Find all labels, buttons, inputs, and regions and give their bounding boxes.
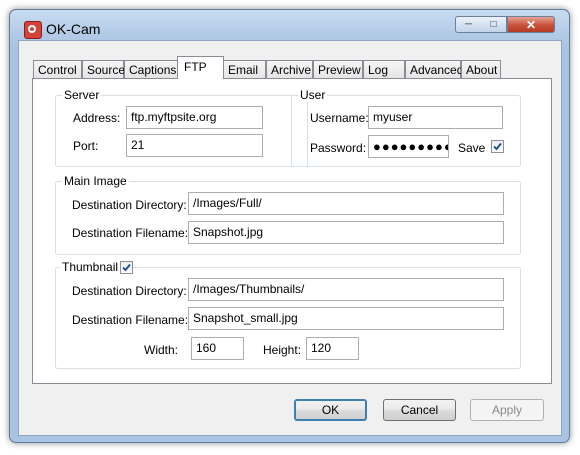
thumb-file-field[interactable]: Snapshot_small.jpg [188,307,504,330]
main-image-legend: Main Image [62,174,129,188]
tab-source[interactable]: Source [82,60,125,79]
check-icon [493,142,502,151]
address-label: Address: [73,111,121,125]
tab-email[interactable]: Email [223,60,266,79]
main-file-field[interactable]: Snapshot.jpg [188,221,504,244]
main-file-label: Destination Filename: [72,226,189,240]
ok-button[interactable]: OK [294,399,367,421]
check-icon [122,263,131,272]
tab-archive[interactable]: Archive [266,60,313,79]
tab-captions[interactable]: Captions [124,60,178,79]
minimize-button[interactable]: ─ [455,16,482,33]
password-label: Password: [310,141,367,155]
user-legend: User [298,88,328,102]
address-field[interactable]: ftp.myftpsite.org [126,106,263,129]
window-title: OK-Cam [46,21,101,37]
app-icon[interactable] [24,21,42,39]
ftp-tab-panel: Server Address: ftp.myftpsite.org Port: … [32,78,552,384]
cancel-button[interactable]: Cancel [383,399,456,421]
tab-log[interactable]: Log [363,60,405,79]
username-field[interactable]: myuser [368,106,503,129]
save-checkbox[interactable] [491,140,504,153]
main-dir-field[interactable]: /Images/Full/ [188,192,504,215]
password-field[interactable]: ●●●●●●●●●● [368,135,449,158]
thumbnail-checkbox[interactable] [120,261,133,274]
tab-preview[interactable]: Preview [313,60,363,79]
tab-advanced[interactable]: Advanced [405,60,463,79]
close-button[interactable]: ✕ [507,16,555,33]
thumbnail-legend: Thumbnail [60,260,121,274]
apply-button[interactable]: Apply [470,399,544,421]
tab-ftp[interactable]: FTP [177,56,224,79]
username-label: Username: [310,111,369,125]
server-legend: Server [62,88,102,102]
tab-control[interactable]: Control [33,60,82,79]
width-field[interactable]: 160 [191,337,244,360]
maximize-button[interactable]: □ [481,16,507,33]
thumb-dir-label: Destination Directory: [72,284,187,298]
thumb-file-label: Destination Filename: [72,313,189,327]
main-dir-label: Destination Directory: [72,198,187,212]
port-label: Port: [73,139,99,153]
tab-about[interactable]: About [461,60,501,79]
height-field[interactable]: 120 [306,337,359,360]
port-field[interactable]: 21 [126,134,263,157]
thumb-dir-field[interactable]: /Images/Thumbnails/ [188,278,504,301]
height-label: Height: [263,343,302,357]
width-label: Width: [144,343,179,357]
save-label: Save [458,141,486,155]
